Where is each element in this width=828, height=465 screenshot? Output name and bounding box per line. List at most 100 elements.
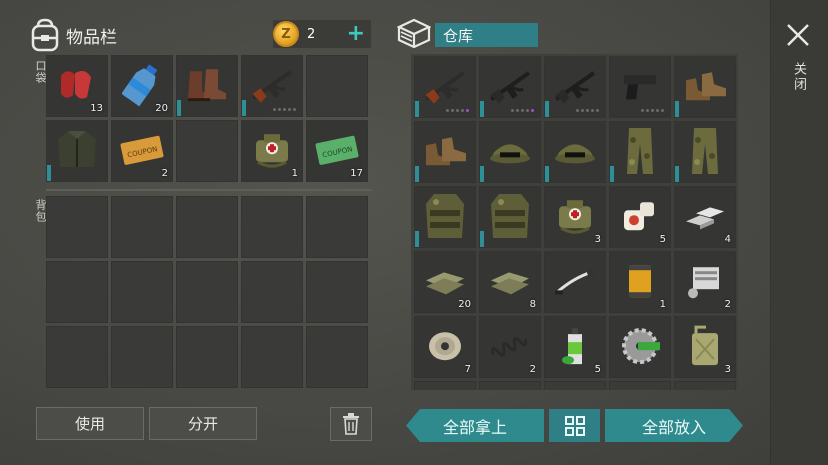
storage-box-icon [397,18,431,48]
backpack-slot[interactable] [241,261,303,323]
storage-slot[interactable] [479,186,541,248]
grid-icon [564,415,585,436]
item-quantity: 3 [594,234,601,245]
use-button[interactable]: 使用 [36,407,144,440]
trash-icon [343,413,359,435]
storage-slot[interactable] [414,381,476,390]
pocket-slot[interactable]: 13 [46,55,108,117]
storage-slot[interactable]: 7 [414,316,476,378]
upgrade-dots [273,108,296,111]
backpack-slot[interactable] [241,196,303,258]
condition-bar [675,101,679,117]
backpack-slot[interactable] [46,326,108,388]
storage-slot[interactable] [544,381,606,390]
item-quantity: 13 [90,103,103,114]
storage-slot[interactable] [544,56,606,118]
backpack-slot[interactable] [46,196,108,258]
storage-title: 仓库 [443,26,474,45]
condition-bar [47,165,51,181]
inventory-title: 物品栏 [66,27,117,48]
storage-slot[interactable] [414,121,476,183]
take-all-button[interactable]: 全部拿上 [406,409,544,442]
item-quantity: 20 [458,299,471,310]
storage-slot[interactable]: 5 [544,316,606,378]
pocket-slot[interactable] [176,120,238,182]
storage-slot[interactable] [479,121,541,183]
add-coins-button[interactable]: + [347,23,365,45]
item-quantity: 2 [724,299,731,310]
condition-bar [545,101,549,117]
item-quantity: 20 [155,103,168,114]
upgrade-dots [511,109,534,112]
pocket-slot[interactable]: 20 [111,55,173,117]
storage-slot[interactable]: 2 [479,316,541,378]
storage-slot[interactable]: 5 [609,186,671,248]
pocket-slot[interactable] [306,55,368,117]
condition-bar [480,101,484,117]
condition-bar [415,166,419,182]
backpack-icon [31,18,59,52]
item-quantity: 1 [659,299,666,310]
backpack-slot[interactable] [176,261,238,323]
pocket-slot[interactable]: COUPON 2 [111,120,173,182]
item-quantity: 5 [594,364,601,375]
item-quantity: 4 [724,234,731,245]
split-button[interactable]: 分开 [149,407,257,440]
condition-bar [480,166,484,182]
storage-slot[interactable] [479,381,541,390]
backpack-slot[interactable] [111,326,173,388]
backpack-slot[interactable] [306,196,368,258]
storage-slot[interactable] [544,251,606,313]
condition-bar [545,166,549,182]
item-quantity: 2 [529,364,536,375]
upgrade-dots [641,109,664,112]
pocket-slot[interactable] [46,120,108,182]
backpack-slot[interactable] [111,261,173,323]
storage-slot[interactable]: 3 [544,186,606,248]
condition-bar [480,231,484,247]
storage-slot[interactable] [674,56,736,118]
storage-slot[interactable]: 1 [609,251,671,313]
storage-slot[interactable] [674,381,736,390]
storage-slot[interactable] [609,381,671,390]
backpack-slot[interactable] [46,261,108,323]
storage-slot[interactable] [609,316,671,378]
backpack-slot[interactable] [176,326,238,388]
item-quantity: 1 [291,168,298,179]
storage-slot[interactable]: 3 [674,316,736,378]
condition-bar [415,101,419,117]
storage-tab[interactable]: 仓库 [435,23,538,47]
storage-slot[interactable] [414,186,476,248]
storage-slot[interactable]: 8 [479,251,541,313]
put-all-button[interactable]: 全部放入 [605,409,743,442]
close-icon[interactable] [785,22,811,48]
pocket-slot[interactable]: COUPON 17 [306,120,368,182]
storage-slot[interactable]: 20 [414,251,476,313]
trash-button[interactable] [330,407,372,441]
storage-slot[interactable] [479,56,541,118]
storage-slot[interactable]: 4 [674,186,736,248]
pocket-slot[interactable]: 1 [241,120,303,182]
backpack-slot[interactable] [306,261,368,323]
item-quantity: 3 [724,364,731,375]
condition-bar [242,100,246,116]
condition-bar [415,231,419,247]
backpack-slot[interactable] [306,326,368,388]
storage-slot[interactable] [609,56,671,118]
inventory-header: 物品栏 [30,16,117,54]
backpack-slot[interactable] [241,326,303,388]
pocket-slot[interactable] [176,55,238,117]
storage-slot[interactable] [609,121,671,183]
storage-slot[interactable] [544,121,606,183]
storage-slot[interactable]: 2 [674,251,736,313]
storage-slot[interactable] [414,56,476,118]
backpack-slot[interactable] [176,196,238,258]
condition-bar [675,166,679,182]
sort-grid-button[interactable] [549,409,600,442]
storage-slot[interactable] [674,121,736,183]
item-quantity: 8 [529,299,536,310]
close-label[interactable]: 关闭 [789,62,808,92]
item-quantity: 5 [659,234,666,245]
backpack-slot[interactable] [111,196,173,258]
pocket-slot[interactable] [241,55,303,117]
